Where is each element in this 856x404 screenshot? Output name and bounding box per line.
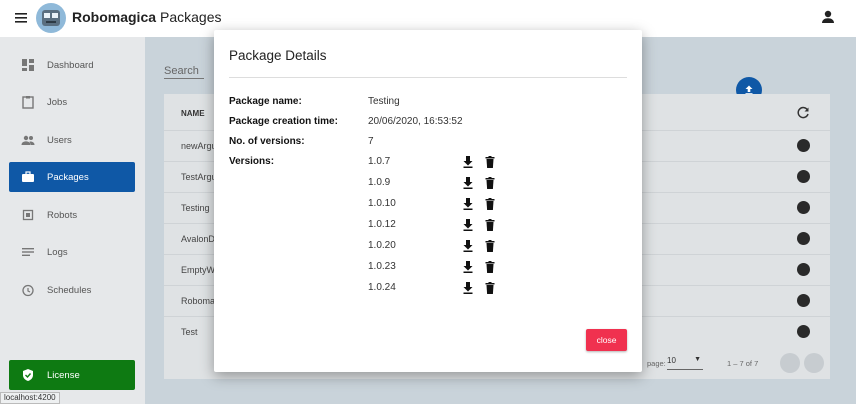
chevron-down-icon: ▼ bbox=[694, 356, 701, 363]
sidebar-item-packages[interactable]: Packages bbox=[9, 162, 135, 192]
search-input[interactable] bbox=[164, 78, 204, 79]
version-number: 1.0.20 bbox=[368, 240, 396, 251]
version-row: 1.0.24 bbox=[368, 281, 528, 297]
download-icon[interactable] bbox=[461, 281, 475, 295]
sidebar-item-jobs[interactable]: Jobs bbox=[9, 87, 135, 117]
version-row: 1.0.7 bbox=[368, 155, 528, 171]
version-count-value: 7 bbox=[368, 136, 374, 147]
robot-logo-icon bbox=[34, 1, 68, 35]
download-icon[interactable] bbox=[461, 197, 475, 211]
version-number: 1.0.23 bbox=[368, 261, 396, 272]
app-title: Robomagica bbox=[72, 9, 157, 25]
close-button[interactable]: close bbox=[586, 329, 627, 351]
version-number: 1.0.7 bbox=[368, 156, 391, 167]
license-label: License bbox=[47, 369, 80, 381]
delete-icon[interactable] bbox=[483, 281, 497, 295]
refresh-icon[interactable] bbox=[796, 106, 810, 120]
delete-icon[interactable] bbox=[483, 176, 497, 190]
per-page-select[interactable]: 10 ▼ bbox=[667, 356, 703, 370]
version-row: 1.0.9 bbox=[368, 176, 528, 192]
clipboard-icon bbox=[21, 95, 35, 109]
sidebar-item-users[interactable]: Users bbox=[9, 125, 135, 155]
sidebar-item-robots[interactable]: Robots bbox=[9, 200, 135, 230]
info-icon[interactable] bbox=[797, 325, 810, 338]
version-row: 1.0.10 bbox=[368, 197, 528, 213]
dialog-divider bbox=[229, 77, 627, 78]
sidebar-item-label: Dashboard bbox=[47, 59, 94, 71]
page-range: 1 – 7 of 7 bbox=[727, 359, 759, 368]
info-icon[interactable] bbox=[797, 139, 810, 152]
delete-icon[interactable] bbox=[483, 155, 497, 169]
column-header-name: NAME bbox=[181, 109, 205, 118]
next-page-button[interactable] bbox=[804, 353, 824, 373]
alarm-icon bbox=[21, 283, 35, 297]
download-icon[interactable] bbox=[461, 155, 475, 169]
briefcase-icon bbox=[21, 170, 35, 184]
sidebar: Dashboard Jobs Users Packages Robots Log… bbox=[0, 37, 145, 404]
sidebar-item-label: Schedules bbox=[47, 284, 92, 296]
creation-time-label: Package creation time: bbox=[229, 116, 338, 127]
version-count-label: No. of versions: bbox=[229, 136, 305, 147]
download-icon[interactable] bbox=[461, 176, 475, 190]
version-number: 1.0.24 bbox=[368, 282, 396, 293]
version-row: 1.0.20 bbox=[368, 239, 528, 255]
versions-label: Versions: bbox=[229, 156, 275, 167]
license-button[interactable]: License bbox=[9, 360, 135, 390]
shield-check-icon bbox=[21, 368, 35, 382]
info-icon[interactable] bbox=[797, 232, 810, 245]
package-name-label: Package name: bbox=[229, 96, 302, 107]
previous-page-button[interactable] bbox=[780, 353, 800, 373]
sidebar-item-label: Jobs bbox=[47, 96, 68, 108]
download-icon[interactable] bbox=[461, 260, 475, 274]
sidebar-item-dashboard[interactable]: Dashboard bbox=[9, 50, 135, 80]
download-icon[interactable] bbox=[461, 239, 475, 253]
search-label: Search bbox=[164, 65, 199, 77]
version-number: 1.0.12 bbox=[368, 219, 396, 230]
dashboard-icon bbox=[21, 58, 35, 72]
package-details-dialog: Package Details Package name: Testing Pa… bbox=[214, 30, 642, 372]
page-title: Packages bbox=[160, 9, 222, 25]
delete-icon[interactable] bbox=[483, 260, 497, 274]
sidebar-item-label: Logs bbox=[47, 246, 68, 258]
sidebar-item-label: Packages bbox=[47, 171, 89, 183]
download-icon[interactable] bbox=[461, 218, 475, 232]
info-icon[interactable] bbox=[797, 170, 810, 183]
users-icon bbox=[21, 133, 35, 147]
info-icon[interactable] bbox=[797, 294, 810, 307]
sidebar-item-label: Robots bbox=[47, 209, 78, 221]
package-name-value: Testing bbox=[368, 96, 400, 107]
version-row: 1.0.12 bbox=[368, 218, 528, 234]
creation-time-value: 20/06/2020, 16:53:52 bbox=[368, 116, 463, 127]
version-number: 1.0.10 bbox=[368, 198, 396, 209]
per-page-label: page: bbox=[647, 359, 666, 368]
account-icon[interactable] bbox=[820, 9, 836, 25]
menu-icon[interactable] bbox=[14, 10, 30, 26]
version-number: 1.0.9 bbox=[368, 177, 391, 188]
info-icon[interactable] bbox=[797, 263, 810, 276]
sidebar-item-logs[interactable]: Logs bbox=[9, 237, 135, 267]
sidebar-item-schedules[interactable]: Schedules bbox=[9, 275, 135, 305]
sidebar-item-label: Users bbox=[47, 134, 72, 146]
status-url: localhost:4200 bbox=[0, 392, 60, 404]
robot-icon bbox=[21, 208, 35, 222]
delete-icon[interactable] bbox=[483, 218, 497, 232]
dialog-title: Package Details bbox=[229, 48, 327, 63]
version-row: 1.0.23 bbox=[368, 260, 528, 276]
list-icon bbox=[21, 245, 35, 259]
info-icon[interactable] bbox=[797, 201, 810, 214]
per-page-value: 10 bbox=[667, 356, 676, 365]
delete-icon[interactable] bbox=[483, 197, 497, 211]
delete-icon[interactable] bbox=[483, 239, 497, 253]
